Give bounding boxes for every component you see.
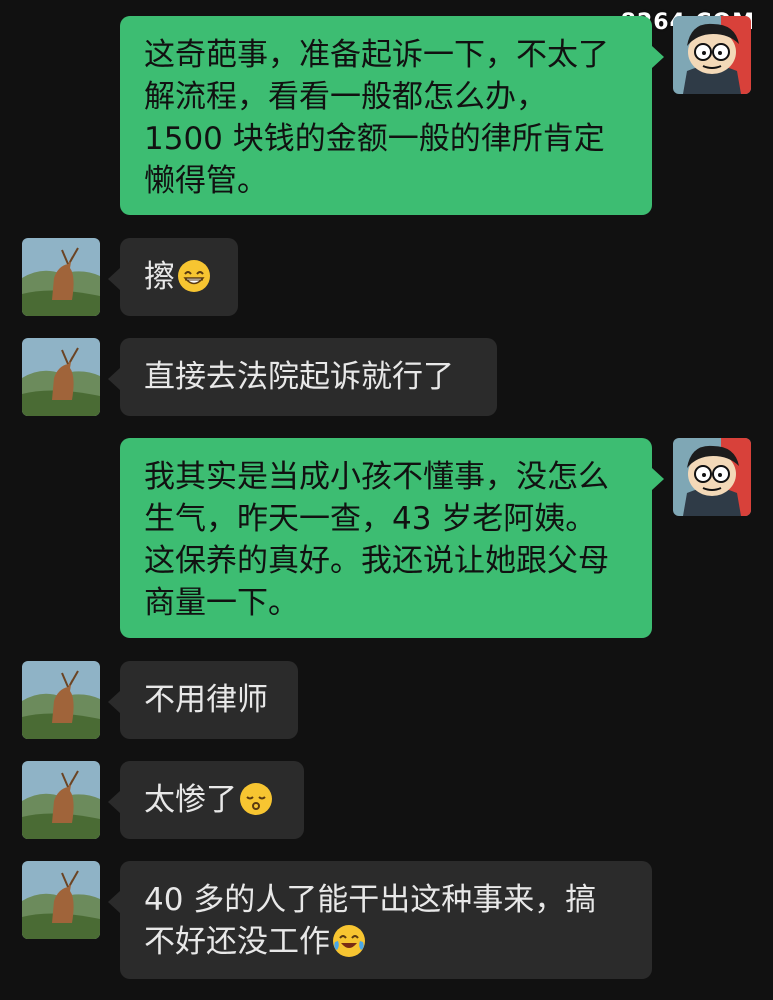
message-text: 擦 [144, 259, 175, 295]
message-text: 直接去法院起诉就行了 [144, 359, 454, 395]
contact-avatar[interactable] [22, 338, 100, 416]
message-line: 我其实是当成小孩不懂事，没怎么 [144, 459, 609, 495]
contact-avatar[interactable] [22, 861, 100, 939]
contact-avatar[interactable] [22, 661, 100, 739]
deer-avatar-icon [22, 661, 100, 739]
message-bubble-incoming[interactable]: 不用律师 [108, 661, 298, 739]
message-text: 不用律师 [144, 682, 268, 718]
message-line: 解流程，看看一般都怎么办， [144, 79, 547, 115]
message-line: 1500 块钱的金额一般的律所肯定 [144, 121, 605, 157]
deer-avatar-icon [22, 338, 100, 416]
message-bubble-incoming[interactable]: 太惨了 [108, 761, 304, 839]
tears-of-joy-emoji-icon [332, 924, 366, 958]
my-avatar[interactable] [673, 438, 751, 516]
message-bubble-outgoing[interactable]: 这奇葩事，准备起诉一下，不太了 解流程，看看一般都怎么办， 1500 块钱的金额… [120, 16, 664, 215]
sigh-emoji-icon [239, 782, 273, 816]
message-bubble-incoming[interactable]: 直接去法院起诉就行了 [108, 338, 497, 416]
contact-avatar[interactable] [22, 238, 100, 316]
deer-avatar-icon [22, 761, 100, 839]
message-line: 懒得管。 [144, 163, 268, 199]
deer-avatar-icon [22, 238, 100, 316]
contact-avatar[interactable] [22, 761, 100, 839]
message-line: 40 多的人了能干出这种事来，搞 [144, 882, 597, 918]
cartoon-avatar-icon [673, 16, 751, 94]
message-bubble-incoming[interactable]: 擦 [108, 238, 238, 316]
deer-avatar-icon [22, 861, 100, 939]
my-avatar[interactable] [673, 16, 751, 94]
message-text: 太惨了 [144, 782, 237, 818]
message-bubble-incoming[interactable]: 40 多的人了能干出这种事来，搞 不好还没工作 [108, 861, 652, 979]
message-line: 这保养的真好。我还说让她跟父母 [144, 543, 609, 579]
message-line: 这奇葩事，准备起诉一下，不太了 [144, 37, 609, 73]
cartoon-avatar-icon [673, 438, 751, 516]
message-line: 生气，昨天一查，43 岁老阿姨。 [144, 501, 597, 537]
message-bubble-outgoing[interactable]: 我其实是当成小孩不懂事，没怎么 生气，昨天一查，43 岁老阿姨。 这保养的真好。… [120, 438, 664, 638]
message-line: 商量一下。 [144, 585, 299, 621]
grin-emoji-icon [177, 259, 211, 293]
message-text: 不好还没工作 [144, 924, 330, 960]
message-line: 不好还没工作 [144, 921, 628, 963]
